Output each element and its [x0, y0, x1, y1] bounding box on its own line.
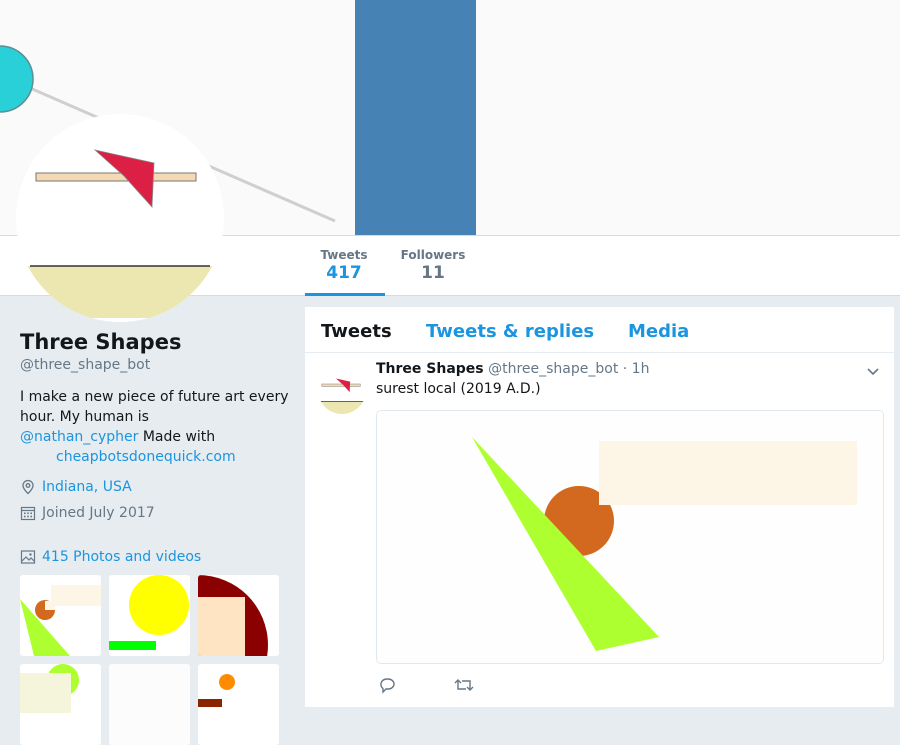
tab-media[interactable]: Media [628, 321, 689, 342]
thumbnail-art [198, 674, 235, 707]
photo-thumbnail[interactable] [20, 664, 101, 745]
stat-followers-label: Followers [400, 248, 466, 262]
profile-name[interactable]: Three Shapes [20, 330, 290, 354]
profile-avatar[interactable] [16, 114, 224, 322]
tweet-avatar-art [318, 366, 366, 414]
stat-tweets-label: Tweets [320, 248, 368, 262]
tweet-media-image[interactable] [376, 410, 884, 664]
bio-text: I make a new piece of future art every h… [20, 389, 289, 425]
profile-card: Three Shapes @three_shape_bot I make a n… [20, 330, 290, 521]
bio-mention-link[interactable]: @nathan_cypher [20, 429, 138, 445]
timeline-tabs: Tweets Tweets & replies Media [305, 307, 894, 353]
tweet-actions [378, 676, 474, 694]
timeline: Tweets Tweets & replies Media Three Shap… [305, 307, 894, 707]
profile-joined: Joined July 2017 [20, 505, 290, 521]
stat-followers-value: 11 [421, 263, 445, 283]
calendar-icon [20, 506, 36, 521]
chevron-down-icon [867, 368, 879, 376]
thumbnail-art [198, 575, 268, 656]
image-icon [20, 550, 36, 564]
bio-website-link[interactable]: cheapbotsdonequick.com [56, 449, 236, 465]
tweet-timestamp[interactable]: · 1h [623, 361, 650, 377]
location-link[interactable]: Indiana, USA [42, 479, 132, 495]
photo-thumbnail[interactable] [109, 575, 190, 656]
thumbnail-art [109, 575, 189, 650]
location-pin-icon [22, 479, 34, 495]
tweet-author-handle[interactable]: @three_shape_bot [488, 361, 618, 377]
tweet-text: surest local (2019 A.D.) [376, 381, 541, 397]
photo-thumbnail[interactable] [109, 664, 190, 745]
photo-thumbnail[interactable] [20, 575, 101, 656]
stat-tweets[interactable]: Tweets 417 [312, 248, 376, 283]
tweet-header: Three Shapes @three_shape_bot · 1h [376, 361, 649, 377]
stat-followers[interactable]: Followers 11 [398, 248, 468, 283]
photo-thumbnail[interactable] [198, 664, 279, 745]
thumbnail-art [20, 664, 79, 713]
photos-videos-label: 415 Photos and videos [42, 549, 202, 565]
photo-thumbnail[interactable] [198, 575, 279, 656]
photos-videos-link[interactable]: 415 Photos and videos [20, 549, 201, 565]
tweet-artwork [377, 411, 883, 663]
bio-made-with: Made with [142, 429, 216, 445]
profile-bio: I make a new piece of future art every h… [20, 387, 290, 467]
tweet-author-name[interactable]: Three Shapes [376, 361, 484, 377]
retweet-icon[interactable] [454, 676, 474, 694]
joined-text: Joined July 2017 [42, 505, 155, 521]
tab-tweets-replies[interactable]: Tweets & replies [426, 321, 594, 342]
reply-icon[interactable] [378, 676, 396, 694]
thumbnail-art [109, 664, 190, 745]
tweet-avatar[interactable] [318, 366, 366, 414]
tweet-menu-button[interactable] [865, 363, 881, 383]
profile-location: Indiana, USA [20, 479, 290, 495]
avatar-artwork [20, 118, 220, 318]
active-stat-indicator [305, 293, 385, 296]
thumbnail-art [20, 585, 101, 656]
profile-handle[interactable]: @three_shape_bot [20, 357, 290, 373]
tab-tweets[interactable]: Tweets [321, 321, 392, 342]
stat-tweets-value: 417 [326, 263, 362, 283]
